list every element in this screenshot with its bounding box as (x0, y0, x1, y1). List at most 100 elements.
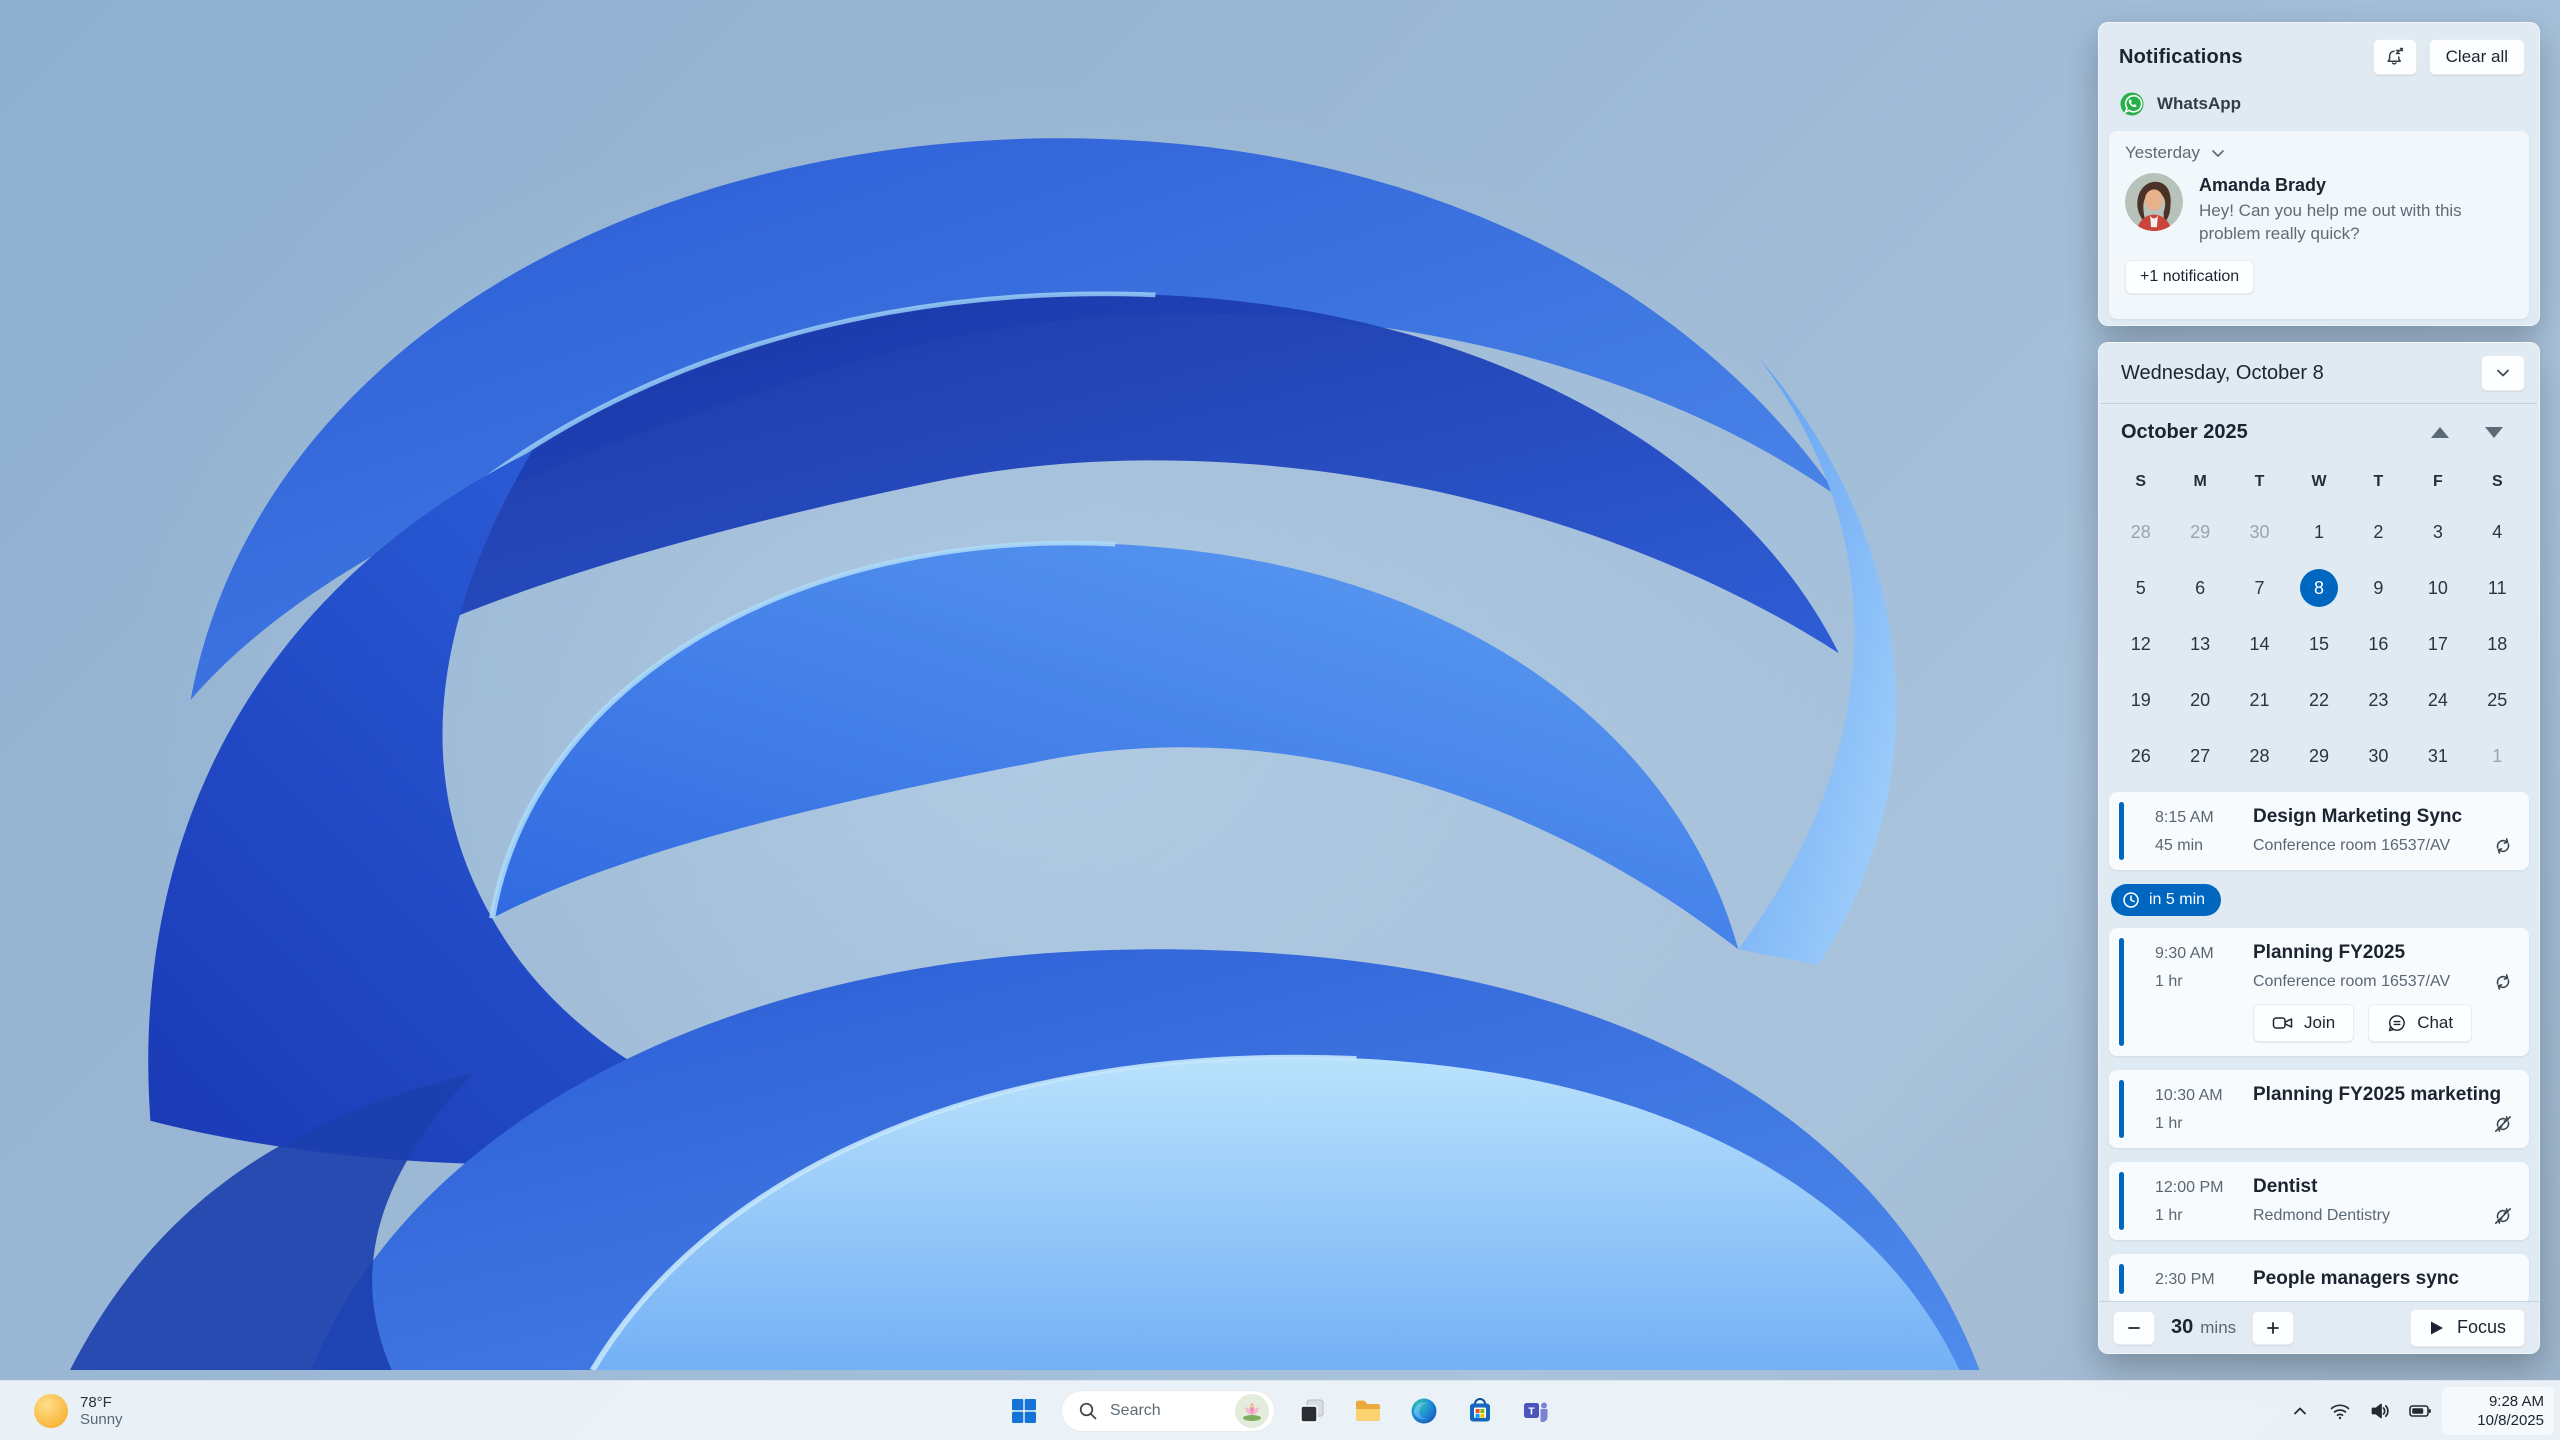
chat-button[interactable]: Chat (2368, 1004, 2473, 1042)
agenda-list: 8:15 AM Design Marketing Sync 45 min Con… (2099, 784, 2539, 1301)
agenda-event-card[interactable]: 12:00 PM Dentist 1 hr Redmond Dentistry (2109, 1162, 2529, 1240)
calendar-day[interactable]: 21 (2230, 672, 2289, 728)
taskbar-search[interactable] (1061, 1389, 1275, 1432)
battery-icon[interactable] (2402, 1389, 2438, 1433)
chevron-down-icon[interactable] (2210, 145, 2226, 161)
calendar-day[interactable]: 14 (2230, 616, 2289, 672)
weather-temperature: 78°F (80, 1393, 112, 1411)
tray-date: 10/8/2025 (2477, 1411, 2544, 1429)
video-camera-icon (2272, 1017, 2293, 1029)
calendar-day[interactable]: 11 (2468, 560, 2527, 616)
file-explorer-button[interactable] (1345, 1388, 1391, 1434)
day-of-week-label: F (2432, 473, 2443, 490)
volume-icon[interactable] (2362, 1389, 2398, 1433)
edge-browser-button[interactable] (1401, 1388, 1447, 1434)
more-notifications-button[interactable]: +1 notification (2125, 259, 2255, 294)
calendar-day[interactable]: 2 (2349, 504, 2408, 560)
event-title: Planning FY2025 (2253, 942, 2406, 963)
calendar-day[interactable]: 30 (2349, 728, 2408, 784)
event-title: People managers sync (2253, 1268, 2459, 1289)
taskbar: 78°F Sunny Search T 9:28 AM 10/8/2025 (0, 1380, 2560, 1440)
calendar-collapse-button[interactable] (2481, 355, 2525, 391)
previous-month-button[interactable] (2425, 417, 2455, 447)
calendar-header-date: Wednesday, October 8 (2121, 361, 2324, 384)
plus-icon (2267, 1321, 2280, 1334)
calendar-day[interactable]: 15 (2289, 616, 2348, 672)
calendar-day[interactable]: 16 (2349, 616, 2408, 672)
recurrence-icon (2493, 836, 2513, 856)
calendar-day[interactable]: 31 (2408, 728, 2467, 784)
whatsapp-group-header[interactable]: WhatsApp (2099, 79, 2539, 121)
notification-settings-button[interactable] (2372, 39, 2417, 75)
calendar-day[interactable]: 10 (2408, 560, 2467, 616)
chevron-down-icon (2497, 369, 2509, 377)
calendar-day[interactable]: 27 (2170, 728, 2229, 784)
calendar-day[interactable]: 8 (2289, 560, 2348, 616)
calendar-day[interactable]: 30 (2230, 504, 2289, 560)
calendar-day[interactable]: 29 (2289, 728, 2348, 784)
calendar-day[interactable]: 22 (2289, 672, 2348, 728)
teams-icon: T (1524, 1402, 1548, 1422)
weather-widget[interactable]: 78°F Sunny (26, 1385, 131, 1437)
focus-button[interactable]: Focus (2409, 1308, 2525, 1347)
teams-button[interactable]: T (1513, 1388, 1559, 1434)
calendar-day[interactable]: 1 (2468, 728, 2527, 784)
wifi-icon[interactable] (2322, 1389, 2358, 1433)
calendar-day[interactable]: 5 (2111, 560, 2170, 616)
folder-icon (1356, 1400, 1380, 1421)
agenda-event-card[interactable]: 2:30 PM People managers sync (2109, 1254, 2529, 1301)
calendar-day[interactable]: 23 (2349, 672, 2408, 728)
lotus-icon[interactable] (1235, 1393, 1269, 1428)
decrease-minutes-button[interactable] (2113, 1310, 2155, 1345)
join-meeting-button[interactable]: Join (2253, 1004, 2355, 1042)
whatsapp-group-label: WhatsApp (2157, 94, 2242, 113)
notifications-panel: Notifications Clear all WhatsApp Yesterd… (2098, 22, 2540, 326)
calendar-day[interactable]: 25 (2468, 672, 2527, 728)
calendar-day[interactable]: 20 (2170, 672, 2229, 728)
microsoft-store-button[interactable] (1457, 1388, 1503, 1434)
calendar-day[interactable]: 12 (2111, 616, 2170, 672)
triangle-down-icon (2485, 426, 2503, 438)
calendar-day[interactable]: 28 (2230, 728, 2289, 784)
calendar-day[interactable]: 19 (2111, 672, 2170, 728)
calendar-month-label: October 2025 (2121, 420, 2248, 443)
event-location: Conference room 16537/AV (2253, 973, 2451, 990)
calendar-day[interactable]: 18 (2468, 616, 2527, 672)
calendar-day[interactable]: 7 (2230, 560, 2289, 616)
sun-icon (34, 1393, 68, 1428)
play-icon (2430, 1321, 2443, 1334)
starts-in-badge: in 5 min (2111, 884, 2222, 916)
weather-condition: Sunny (80, 1410, 123, 1428)
store-bag-icon (1470, 1397, 1490, 1421)
tray-clock[interactable]: 9:28 AM 10/8/2025 (2442, 1386, 2554, 1435)
magnifier-icon (1079, 1402, 1097, 1419)
agenda-event-card[interactable]: 9:30 AM Planning FY2025 1 hr Conference … (2109, 928, 2529, 1056)
task-view-button[interactable] (1289, 1388, 1335, 1434)
calendar-day[interactable]: 3 (2408, 504, 2467, 560)
calendar-day[interactable]: 26 (2111, 728, 2170, 784)
search-input[interactable] (1110, 1401, 1220, 1420)
calendar-day[interactable]: 29 (2170, 504, 2229, 560)
agenda-event-card[interactable]: 10:30 AM Planning FY2025 marketing 1 hr (2109, 1070, 2529, 1148)
clear-all-button[interactable]: Clear all (2428, 39, 2525, 75)
calendar-day[interactable]: 9 (2349, 560, 2408, 616)
calendar-day[interactable]: 13 (2170, 616, 2229, 672)
calendar-day[interactable]: 24 (2408, 672, 2467, 728)
calendar-day[interactable]: 1 (2289, 504, 2348, 560)
focus-minutes-value: 30 (2171, 1316, 2194, 1338)
start-button[interactable] (1001, 1388, 1047, 1434)
increase-minutes-button[interactable] (2252, 1310, 2295, 1345)
day-of-week-label: T (2373, 473, 2384, 490)
calendar-day[interactable]: 4 (2468, 504, 2527, 560)
tray-expand-button[interactable] (2282, 1389, 2318, 1433)
next-month-button[interactable] (2479, 417, 2509, 447)
calendar-day[interactable]: 28 (2111, 504, 2170, 560)
event-location: Redmond Dentistry (2253, 1207, 2390, 1224)
calendar-day[interactable]: 17 (2408, 616, 2467, 672)
svg-text:T: T (1528, 1405, 1535, 1417)
notification-card[interactable]: Yesterday Amanda Brady Hey! Can you help… (2109, 131, 2529, 319)
calendar-day[interactable]: 6 (2170, 560, 2229, 616)
agenda-event-card[interactable]: 8:15 AM Design Marketing Sync 45 min Con… (2109, 792, 2529, 870)
day-of-week-label: W (2311, 473, 2327, 490)
tray-time: 9:28 AM (2488, 1392, 2544, 1410)
